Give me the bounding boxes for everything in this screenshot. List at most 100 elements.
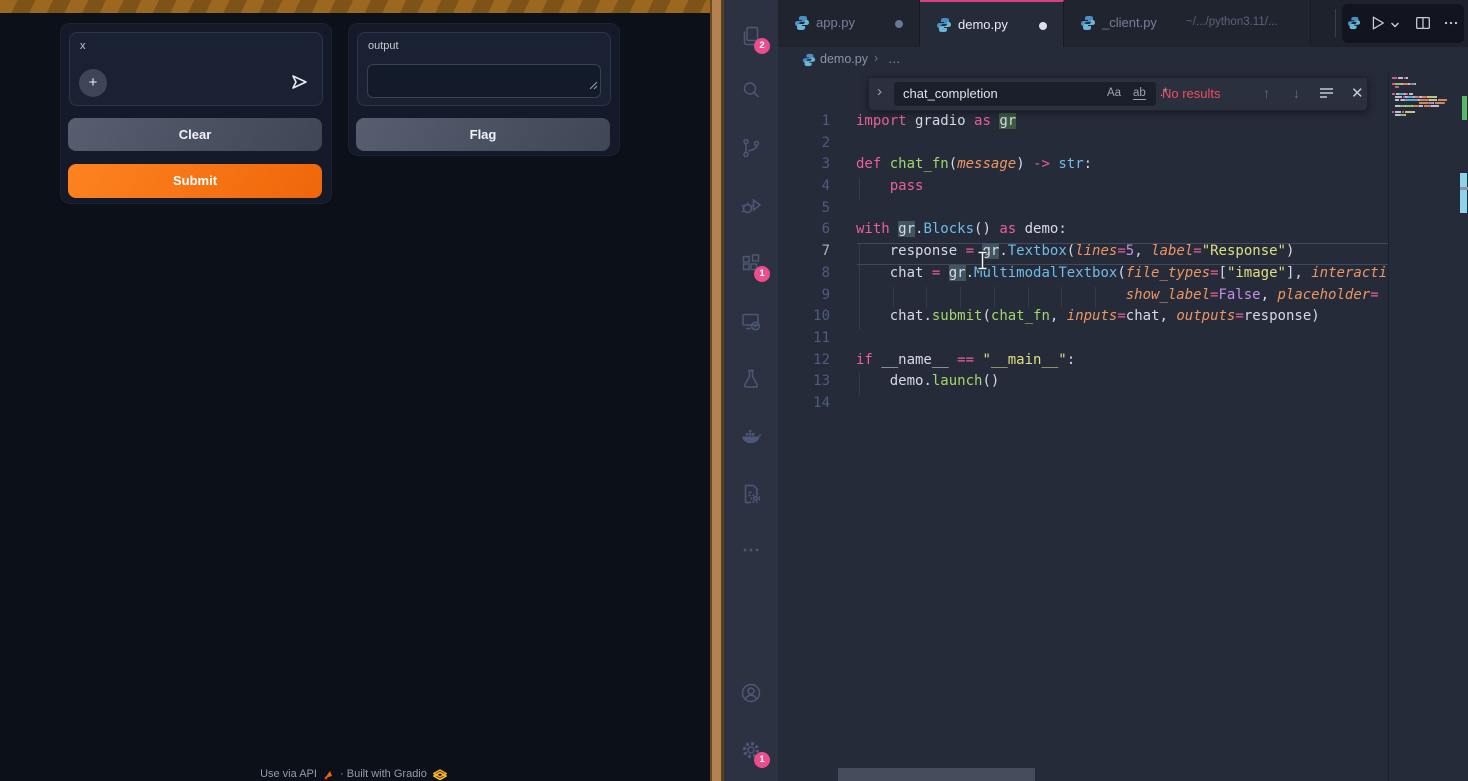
find-expand-chevron-icon[interactable]: ›: [877, 83, 882, 100]
extensions-icon[interactable]: 1: [739, 252, 763, 276]
line-text: import gradio as gr: [856, 113, 1016, 129]
multimodal-input[interactable]: x +: [69, 32, 323, 106]
testing-beaker-icon[interactable]: [739, 367, 763, 391]
send-icon[interactable]: [286, 69, 312, 95]
code-line[interactable]: 5: [778, 200, 1388, 222]
line-number: 3: [778, 156, 830, 172]
input-card: x + Clear Submit: [60, 23, 332, 204]
use-via-api-link[interactable]: Use via API: [260, 768, 317, 780]
code-line[interactable]: 4 pass: [778, 178, 1388, 200]
find-status: No results: [1162, 86, 1221, 101]
find-widget: › chat_completion Aa ab .* No results ↑ …: [868, 77, 1368, 111]
upload-plus-button[interactable]: +: [79, 69, 107, 97]
find-input[interactable]: chat_completion Aa ab .*: [894, 82, 1156, 106]
more-actions-icon[interactable]: [1442, 14, 1460, 37]
clear-button[interactable]: Clear: [68, 118, 322, 151]
tab-demo-py[interactable]: demo.py: [920, 0, 1064, 47]
line-number: 8: [778, 265, 830, 281]
screen: x + Clear Submit output Flag Use vi: [0, 0, 1468, 781]
code-line[interactable]: 13 demo.launch(): [778, 373, 1388, 395]
split-editor-icon[interactable]: [1414, 14, 1432, 37]
accounts-icon[interactable]: [739, 681, 763, 705]
tab-description: ~/.../python3.11/...: [1186, 16, 1278, 28]
code-line[interactable]: 14: [778, 395, 1388, 417]
docker-icon[interactable]: [739, 425, 763, 449]
tab-app-py[interactable]: app.py: [778, 0, 920, 46]
explorer-badge: 2: [754, 38, 770, 54]
find-next-icon[interactable]: ↓: [1293, 85, 1300, 101]
code-line[interactable]: 2: [778, 135, 1388, 157]
output-textarea[interactable]: [367, 64, 601, 98]
horizontal-scrollbar[interactable]: [838, 768, 1035, 781]
modified-dot-icon[interactable]: [1039, 22, 1047, 30]
code-line[interactable]: 3 def chat_fn(message) -> str:: [778, 156, 1388, 178]
output-card: output Flag: [348, 23, 620, 156]
code-line[interactable]: 6with gr.Blocks() as demo:: [778, 221, 1388, 243]
output-panel: output: [357, 32, 611, 106]
settings-badge: 1: [754, 752, 770, 768]
run-dropdown-chevron-icon[interactable]: [1389, 18, 1401, 36]
window-divider[interactable]: [710, 0, 724, 781]
minimap[interactable]: [1388, 73, 1461, 781]
line-number: 4: [778, 178, 830, 194]
search-icon[interactable]: [739, 78, 763, 102]
python-file-icon: [794, 15, 810, 36]
code-lines: 1 import gradio as gr 23 def chat_fn(messag…: [778, 113, 1388, 417]
editor-actions: [1342, 4, 1464, 43]
breadcrumb-file[interactable]: demo.py: [820, 52, 868, 66]
line-number: 1: [778, 113, 830, 129]
python-mini-icon: [1347, 16, 1361, 35]
breadcrumb-more[interactable]: …: [888, 52, 901, 66]
tab-label: _client.py: [1102, 15, 1157, 30]
overview-cursor-line: [1460, 187, 1468, 190]
overview-ruler[interactable]: [1460, 73, 1468, 781]
line-number: 12: [778, 352, 830, 368]
line-text: show_label=False, placeholder=: [856, 287, 1379, 303]
code-editor[interactable]: 1 import gradio as gr 23 def chat_fn(messag…: [778, 73, 1388, 781]
modified-dot-icon[interactable]: [895, 20, 903, 28]
footer-separator: ·: [340, 768, 344, 780]
line-number: 5: [778, 200, 830, 216]
code-line[interactable]: 8 chat = gr.MultimodalTextbox(file_types…: [778, 265, 1388, 287]
settings-gear-icon[interactable]: 1: [739, 738, 763, 762]
code-line[interactable]: 10 chat.submit(chat_fn, inputs=chat, out…: [778, 308, 1388, 330]
line-number: 6: [778, 221, 830, 237]
code-line[interactable]: 7 response = gr.Textbox(lines=5, label="…: [778, 243, 1388, 265]
code-line[interactable]: 11: [778, 330, 1388, 352]
python-file-icon: [1080, 15, 1096, 36]
built-with-gradio-link[interactable]: Built with Gradio: [347, 768, 427, 780]
close-find-icon[interactable]: ✕: [1351, 84, 1364, 102]
tools-file-icon[interactable]: [739, 482, 763, 506]
extensions-badge: 1: [754, 266, 770, 282]
code-line[interactable]: 12 if __name__ == "__main__":: [778, 352, 1388, 374]
flag-button[interactable]: Flag: [356, 118, 610, 151]
line-text: chat.submit(chat_fn, inputs=chat, output…: [856, 308, 1320, 324]
code-line[interactable]: 1 import gradio as gr: [778, 113, 1388, 135]
whole-word-icon[interactable]: ab: [1133, 87, 1146, 100]
line-text: if __name__ == "__main__":: [856, 352, 1075, 368]
activity-bar: 2 1: [724, 0, 778, 781]
run-button-icon[interactable]: [1368, 14, 1386, 37]
source-control-icon[interactable]: [739, 136, 763, 160]
python-file-icon: [802, 53, 816, 70]
line-text: def chat_fn(message) -> str:: [856, 156, 1092, 172]
breadcrumbs: demo.py › …: [778, 47, 1468, 73]
find-in-selection-icon[interactable]: [1319, 87, 1334, 105]
resize-handle-icon[interactable]: [588, 77, 598, 95]
tab-client-py[interactable]: _client.py ~/.../python3.11/...: [1064, 0, 1311, 46]
submit-button[interactable]: Submit: [68, 164, 322, 198]
minimap-content: [1389, 73, 1461, 781]
find-previous-icon[interactable]: ↑: [1263, 85, 1270, 101]
code-line[interactable]: 9 show_label=False, placeholder=: [778, 287, 1388, 309]
gradio-app-pane: x + Clear Submit output Flag Use vi: [0, 0, 710, 781]
gradio-logo-icon: [433, 769, 447, 780]
loading-stripes-bar: [0, 0, 710, 13]
line-number: 7: [778, 243, 830, 259]
rocket-icon: [323, 769, 334, 780]
more-views-icon[interactable]: [739, 538, 763, 562]
run-and-debug-icon[interactable]: [739, 194, 763, 218]
match-case-icon[interactable]: Aa: [1107, 87, 1121, 99]
remote-explorer-icon[interactable]: [739, 310, 763, 334]
explorer-icon[interactable]: 2: [739, 24, 763, 48]
editor-group: app.py demo.py _client.py ~/.../python3.…: [778, 0, 1468, 781]
